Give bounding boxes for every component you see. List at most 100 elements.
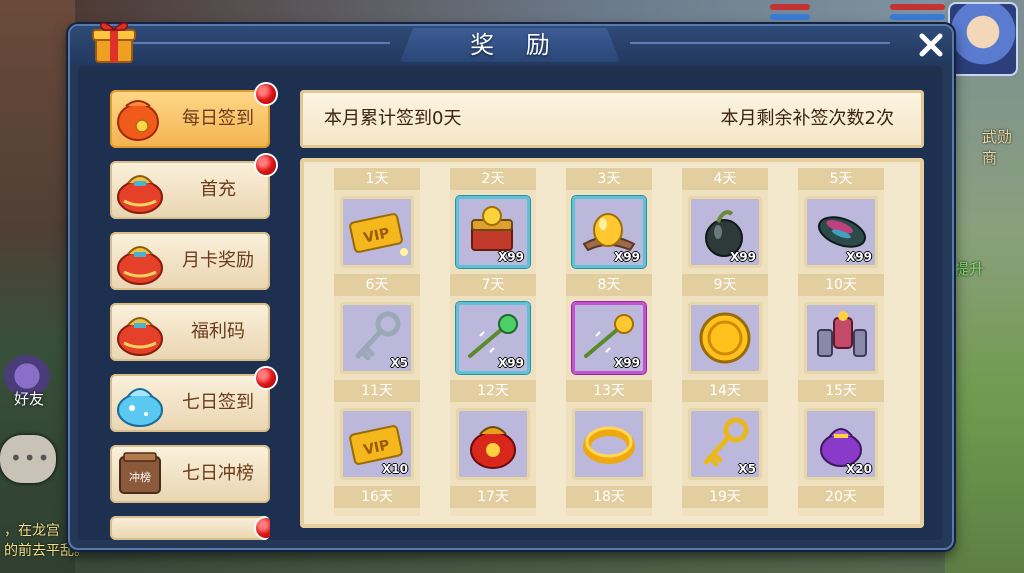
notification-dot: [256, 84, 276, 104]
player-avatar[interactable]: [948, 2, 1018, 76]
reward-cell: 18天: [566, 486, 652, 516]
day-label: 14天: [682, 380, 768, 402]
reward-item[interactable]: [804, 302, 878, 374]
monthly-signin-count: 本月累计签到0天: [324, 108, 462, 129]
armor-set-icon: [817, 311, 867, 357]
item-quantity: X99: [614, 250, 640, 264]
item-quantity: X99: [730, 250, 756, 264]
reward-cell: 11天 VIP X10: [334, 380, 420, 486]
tab-label: 月卡奖励: [182, 250, 254, 271]
day-label: 18天: [566, 486, 652, 508]
dialog-title: 奖 励: [470, 31, 562, 59]
reward-cell: 5天 X99: [798, 168, 884, 274]
gift-box-icon: [92, 22, 136, 63]
tab-daily-signin[interactable]: 每日签到: [110, 84, 276, 148]
reward-cell: 10天: [798, 274, 884, 380]
reward-item[interactable]: X99: [456, 302, 530, 374]
day-label: 12天: [450, 380, 536, 402]
tab-label: 每日签到: [182, 108, 254, 129]
vip-card-icon: VIP: [349, 213, 408, 256]
reward-cell: 1天 VIP: [334, 168, 420, 274]
reward-cell: 4天 X99: [682, 168, 768, 274]
reward-item[interactable]: VIP: [340, 196, 414, 268]
notification-dot: [256, 518, 270, 538]
reward-cell: 12天: [450, 380, 536, 486]
tab-welfare-code[interactable]: 福利码: [110, 303, 270, 361]
title-ornament: [630, 42, 890, 44]
reward-item[interactable]: X99: [456, 196, 530, 268]
chat-icon: •••: [10, 446, 52, 470]
reward-item[interactable]: X20: [804, 408, 878, 480]
money-bag-icon: [117, 317, 163, 356]
daily-reward-grid: 1天 VIP 2天 X99 3天 X99 4天 X99 5天 X99 6天 X5…: [300, 158, 924, 528]
reward-item[interactable]: [456, 408, 530, 480]
day-label: 3天: [566, 168, 652, 190]
reward-item[interactable]: [572, 408, 646, 480]
reward-cell: 20天: [798, 486, 884, 516]
tab-seven-day-signin[interactable]: 七日签到: [110, 368, 276, 432]
day-label: 19天: [682, 486, 768, 508]
day-label: 7天: [450, 274, 536, 296]
item-quantity: X99: [614, 356, 640, 370]
tab-partial[interactable]: [110, 516, 270, 540]
day-label: 10天: [798, 274, 884, 296]
reward-item[interactable]: X99: [688, 196, 762, 268]
reward-cell: 16天: [334, 486, 420, 516]
tab-label: 七日冲榜: [182, 463, 254, 484]
close-button[interactable]: [914, 28, 948, 62]
item-quantity: X10: [382, 462, 408, 476]
reward-item[interactable]: X99: [804, 196, 878, 268]
dialog-body: 每日签到 首充 月卡奖励 福利码 七日签到 冲榜 七日冲榜 本月累计签到0天 本…: [78, 66, 942, 540]
title-ornament: [130, 42, 390, 44]
reward-item[interactable]: X5: [340, 302, 414, 374]
tab-first-recharge[interactable]: 首充: [110, 155, 276, 219]
day-label: 13天: [566, 380, 652, 402]
tab-monthly-card[interactable]: 月卡奖励: [110, 232, 270, 290]
money-bag-icon: [117, 246, 163, 285]
notification-dot: [256, 155, 276, 175]
reward-item[interactable]: VIP X10: [340, 408, 414, 480]
hud-status-bars: [740, 2, 950, 24]
reward-dialog: 奖 励 每日签到 首充 月卡奖励 福利码 七日签到 冲榜 七日冲榜 本月累计签到…: [68, 22, 954, 550]
ranking-icon-text: 冲榜: [129, 470, 151, 484]
tab-seven-day-ranking[interactable]: 冲榜 七日冲榜: [110, 445, 270, 503]
reward-item[interactable]: X99: [572, 196, 646, 268]
crystal-bag-icon: [117, 388, 163, 427]
game-background-right: [944, 0, 1024, 573]
reward-cell: 7天 X99: [450, 274, 536, 380]
reward-cell: 8天 X99: [566, 274, 652, 380]
chat-message-line: ，在龙宫: [4, 523, 60, 539]
day-label: 9天: [682, 274, 768, 296]
day-label: 1天: [334, 168, 420, 190]
day-label: 20天: [798, 486, 884, 508]
notification-dot: [256, 368, 276, 388]
tab-label: 福利码: [191, 321, 245, 342]
day-label: 17天: [450, 486, 536, 508]
reward-item[interactable]: X5: [688, 408, 762, 480]
reward-cell: 6天 X5: [334, 274, 420, 380]
item-quantity: X20: [846, 462, 872, 476]
signin-info-bar: 本月累计签到0天 本月剩余补签次数2次: [300, 90, 924, 148]
reward-item[interactable]: [688, 302, 762, 374]
title-plate: 奖 励: [400, 28, 620, 62]
item-quantity: X5: [390, 356, 408, 370]
day-label: 2天: [450, 168, 536, 190]
day-label: 8天: [566, 274, 652, 296]
day-label: 15天: [798, 380, 884, 402]
reward-cell: 13天: [566, 380, 652, 486]
item-quantity: X99: [498, 356, 524, 370]
reward-cell: 15天 X20: [798, 380, 884, 486]
reward-item[interactable]: X99: [572, 302, 646, 374]
reward-cell: 19天: [682, 486, 768, 516]
friend-label: 好友: [14, 390, 45, 408]
remaining-makeup-count: 本月剩余补签次数2次: [720, 108, 894, 129]
wuxun-shop-label[interactable]: 武勋商: [982, 126, 1024, 168]
red-pouch-icon: [117, 100, 159, 141]
chat-button[interactable]: •••: [0, 435, 56, 483]
reward-cell: 9天: [682, 274, 768, 380]
reward-cell: 17天: [450, 486, 536, 516]
gold-ring-icon: [583, 426, 635, 464]
ranking-icon: 冲榜: [119, 452, 161, 494]
day-label: 6天: [334, 274, 420, 296]
upgrade-label[interactable]: 提升: [954, 258, 984, 279]
